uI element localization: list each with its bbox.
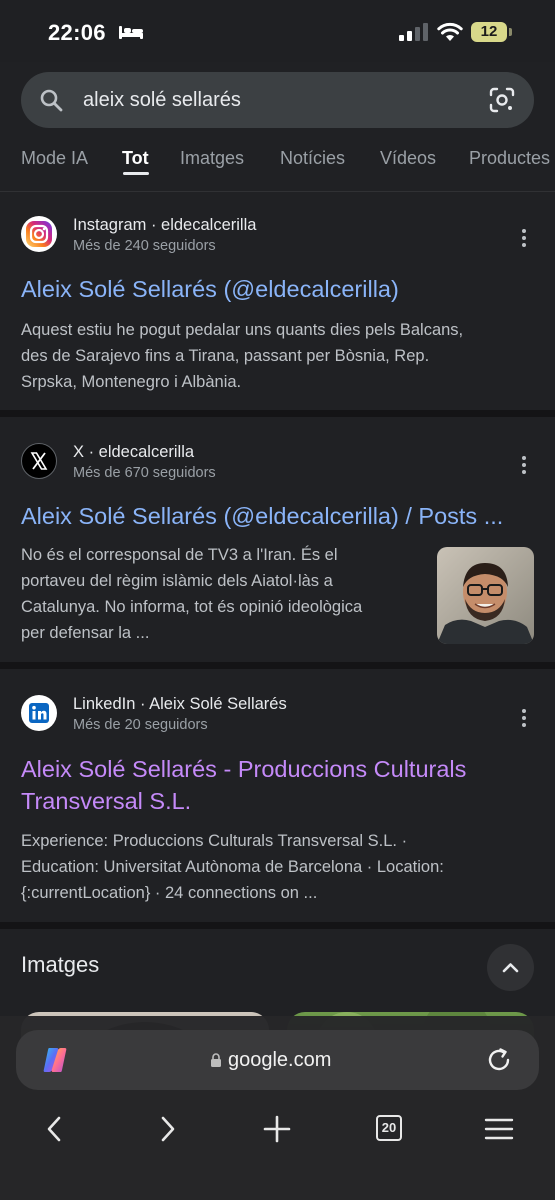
images-section-heading: Imatges [21, 952, 100, 977]
more-options-icon[interactable] [514, 226, 534, 250]
search-result-instagram: Instagram · eldecalcerilla Més de 240 se… [0, 192, 555, 410]
more-options-icon[interactable] [514, 706, 534, 730]
lock-icon [211, 1053, 221, 1067]
result-separator [0, 922, 555, 929]
google-lens-icon[interactable] [489, 87, 515, 113]
tab-switcher-button[interactable]: 20 [376, 1115, 402, 1141]
result-title-link[interactable]: Aleix Solé Sellarés - Produccions Cultur… [21, 753, 541, 817]
chevron-up-icon [502, 963, 519, 973]
result-snippet: Experience: Produccions Culturals Transv… [21, 828, 541, 906]
battery-level: 12 [480, 23, 498, 40]
result-followers: Més de 20 seguidors [73, 717, 208, 733]
snippet-line: per defensar la ... [21, 624, 150, 642]
cellular-signal-icon [399, 23, 428, 41]
search-input[interactable]: aleix solé sellarés [21, 72, 534, 128]
result-followers: Més de 240 seguidors [73, 238, 216, 254]
tab-mode-ia[interactable]: Mode IA [21, 148, 88, 169]
snippet-line: portaveu del règim islàmic dels Aiatol·l… [21, 572, 333, 590]
x-icon [21, 443, 57, 479]
title-line[interactable]: Transversal S.L. [21, 785, 541, 817]
active-tab-indicator [123, 172, 149, 175]
tab-noticies[interactable]: Notícies [280, 148, 345, 169]
linkedin-icon [21, 695, 57, 731]
menu-icon[interactable] [484, 1114, 514, 1144]
result-separator [0, 410, 555, 417]
address-bar[interactable]: google.com [16, 1030, 539, 1090]
snippet-line: Srpska, Montenegro i Albània. [21, 373, 242, 391]
more-options-icon[interactable] [514, 453, 534, 477]
tab-imatges[interactable]: Imatges [180, 148, 244, 169]
search-query: aleix solé sellarés [83, 89, 241, 111]
result-snippet: Aquest estiu he pogut pedalar uns quants… [21, 317, 534, 395]
status-time: 22:06 [48, 20, 106, 45]
title-line[interactable]: Aleix Solé Sellarés - Produccions Cultur… [21, 753, 541, 785]
sleep-focus-icon [119, 26, 143, 39]
instagram-icon [21, 216, 57, 252]
result-source[interactable]: LinkedIn · Aleix Solé Sellarés [73, 695, 287, 714]
result-source[interactable]: X · eldecalcerilla [73, 443, 194, 462]
snippet-line: des de Sarajevo fins a Tirana, passant p… [21, 347, 430, 365]
search-result-linkedin: LinkedIn · Aleix Solé Sellarés Més de 20… [0, 669, 555, 922]
battery-icon: 12 [471, 22, 513, 42]
snippet-line: Catalunya. No informa, tot és opinió ide… [21, 598, 363, 616]
result-title-link[interactable]: Aleix Solé Sellarés (@eldecalcerilla) [21, 273, 534, 305]
result-snippet: No és el corresponsal de TV3 a l'Iran. É… [21, 542, 426, 646]
search-icon [40, 89, 63, 112]
collapse-section-button[interactable] [487, 944, 534, 991]
result-separator [0, 662, 555, 669]
snippet-line: Aquest estiu he pogut pedalar uns quants… [21, 321, 464, 339]
forward-button[interactable] [152, 1114, 182, 1144]
browser-toolbar: google.com 20 [0, 1016, 555, 1200]
copilot-icon[interactable] [40, 1046, 70, 1074]
result-source[interactable]: Instagram · eldecalcerilla [73, 216, 256, 235]
snippet-line: Education: Universitat Autònoma de Barce… [21, 858, 444, 876]
result-followers: Més de 670 seguidors [73, 465, 216, 481]
url-text: google.com [228, 1049, 332, 1071]
snippet-line: Experience: Produccions Culturals Transv… [21, 832, 408, 850]
tab-productes[interactable]: Productes [469, 148, 550, 169]
new-tab-button[interactable] [262, 1114, 292, 1144]
back-button[interactable] [40, 1114, 70, 1144]
reload-icon[interactable] [485, 1046, 513, 1074]
search-result-x: X · eldecalcerilla Més de 670 seguidors … [0, 417, 555, 662]
search-tabs: Mode IA Tot Imatges Notícies Vídeos Prod… [0, 144, 555, 184]
status-bar: 22:06 12 [0, 0, 555, 62]
tab-tot[interactable]: Tot [122, 148, 149, 169]
wifi-icon [437, 22, 463, 41]
search-header: aleix solé sellarés Mode IA Tot Imatges … [0, 62, 555, 192]
snippet-line: No és el corresponsal de TV3 a l'Iran. É… [21, 546, 338, 564]
snippet-line: {:currentLocation} · 24 connections on .… [21, 884, 318, 902]
result-thumbnail[interactable] [437, 547, 534, 644]
tab-videos[interactable]: Vídeos [380, 148, 436, 169]
result-title-link[interactable]: Aleix Solé Sellarés (@eldecalcerilla) / … [21, 500, 534, 532]
